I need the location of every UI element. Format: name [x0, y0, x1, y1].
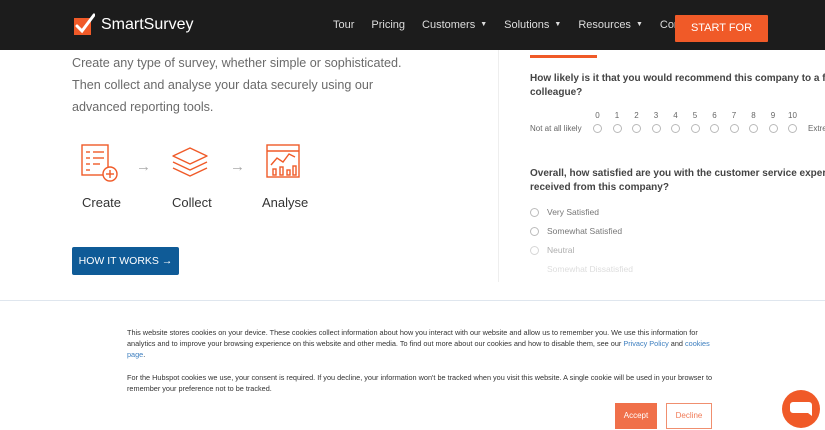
option-label: Very Satisfied [547, 207, 599, 217]
cookie-notice-text: This website stores cookies on your devi… [127, 328, 710, 359]
brand-logo[interactable]: SmartSurvey [73, 13, 193, 37]
how-it-works-button[interactable]: HOW IT WORKS → [72, 247, 179, 275]
caret-down-icon: ▼ [635, 21, 643, 28]
caret-down-icon: ▼ [480, 21, 488, 28]
chat-launcher-button[interactable] [782, 390, 820, 428]
scale-number: 7 [731, 111, 737, 120]
scale-number: 2 [634, 111, 639, 120]
step-label-collect: Collect [172, 195, 212, 210]
scale-radio-1[interactable] [612, 124, 622, 133]
chart-icon [265, 143, 301, 184]
scale-radio-5[interactable] [690, 124, 700, 133]
option-label: Neutral [547, 245, 575, 255]
caret-down-icon: ▼ [554, 21, 562, 28]
scale-radio-4[interactable] [671, 124, 680, 133]
nav-link-solutions[interactable]: Solutions ▼ [504, 19, 561, 31]
intro-description: Create any type of survey, whether simpl… [72, 56, 402, 114]
option-label: Somewhat Satisfied [547, 226, 623, 236]
step-label-create: Create [82, 195, 122, 210]
checkmark-logo-icon [73, 13, 96, 37]
hubspot-consent-text: For the Hubspot cookies we use, your con… [127, 373, 713, 393]
question-recommend: How likely is it that you would recommen… [530, 73, 825, 98]
scale-number: 6 [712, 111, 717, 120]
chat-bubble-icon [790, 402, 812, 416]
scale-radio-9[interactable] [768, 124, 778, 133]
scale-number: 5 [692, 111, 698, 120]
question-satisfaction: Overall, how satisfied are you with the … [530, 168, 825, 193]
create-form-icon [80, 143, 120, 188]
scale-radio-0[interactable] [593, 124, 602, 133]
scale-low-label: Not at all likely [530, 124, 582, 133]
start-for-free-button[interactable]: Start for free [675, 15, 768, 61]
top-nav-bar: SmartSurvey Tour Pricing Customers ▼ Solu… [0, 0, 825, 61]
scale-radio-6[interactable] [710, 124, 719, 133]
decline-cookies-button[interactable]: Decline [666, 403, 712, 429]
accept-cookies-button[interactable]: Accept [615, 403, 657, 429]
scale-radio-7[interactable] [729, 124, 739, 133]
step-label-analyse: Analyse [262, 195, 309, 210]
nav-link-pricing[interactable]: Pricing [371, 19, 405, 31]
scale-high-label: Extre [808, 124, 825, 133]
step-arrow: → [136, 158, 151, 175]
progress-accent [530, 55, 597, 58]
scale-radio-10[interactable] [788, 124, 797, 133]
radio-very-satisfied[interactable] [530, 208, 539, 217]
panel-divider [498, 50, 499, 282]
scale-number: 9 [770, 111, 776, 120]
privacy-policy-link[interactable]: Privacy Policy [623, 339, 668, 348]
step-arrow: → [230, 158, 245, 175]
scale-radio-3[interactable] [651, 124, 661, 133]
scale-number: 10 [788, 111, 797, 120]
scale-radio-8[interactable] [749, 124, 758, 133]
nav-link-tour[interactable]: Tour [333, 19, 354, 31]
brand-name: SmartSurvey [101, 16, 194, 33]
layers-icon [170, 146, 210, 185]
scale-number: 8 [751, 111, 756, 120]
scale-number: 3 [653, 111, 659, 120]
scale-number: 1 [614, 111, 620, 120]
nav-link-customers[interactable]: Customers ▼ [422, 19, 487, 31]
radio-neutral[interactable] [530, 246, 539, 255]
nav-link-resources[interactable]: Resources ▼ [578, 19, 643, 31]
nav-links: Tour Pricing Customers ▼ Solutions ▼ Resou… [333, 0, 715, 50]
scale-radio-2[interactable] [632, 124, 641, 133]
radio-somewhat-satisfied[interactable] [530, 227, 539, 236]
option-label: Somewhat Dissatisfied [547, 264, 633, 274]
scale-number: 4 [673, 111, 678, 120]
scale-number: 0 [595, 111, 600, 120]
